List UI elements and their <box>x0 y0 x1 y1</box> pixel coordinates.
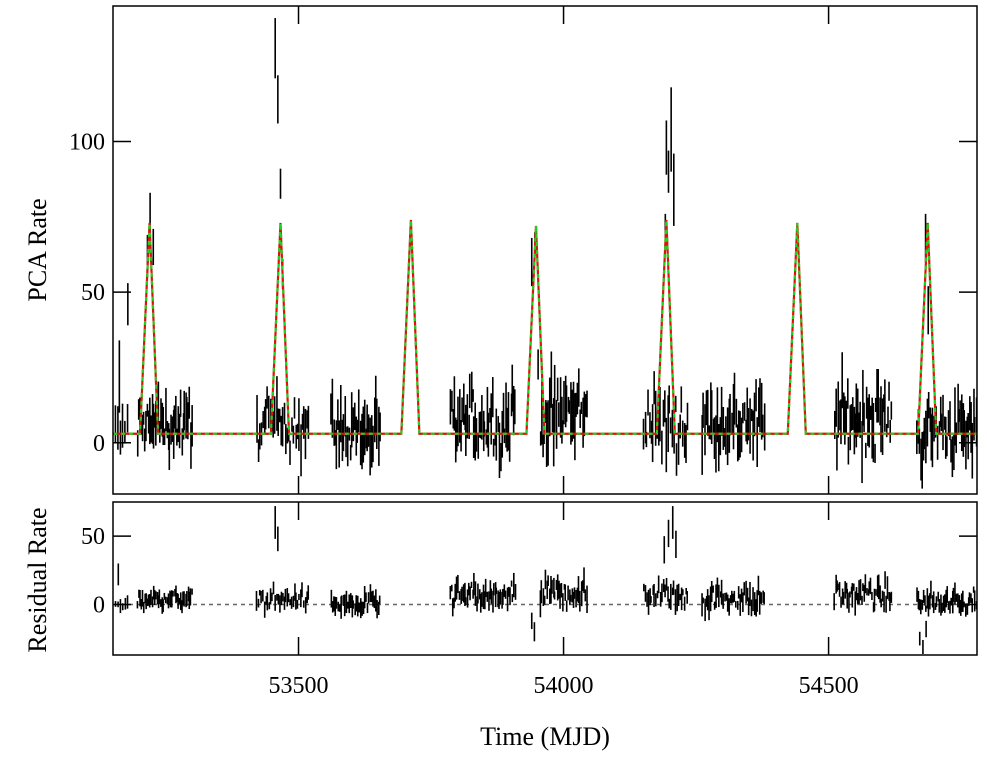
bottom-data-points <box>114 506 978 654</box>
top-panel: 0 50 100 PCA Rate <box>23 5 978 495</box>
y-tick-label: 0 <box>93 592 105 618</box>
bottom-panel: 0 50 53500 54000 54500 Residual Rate <box>23 501 978 699</box>
x-tick-label: 54500 <box>799 673 859 699</box>
bottom-y-axis-title: Residual Rate <box>23 507 52 652</box>
top-y-axis-title: PCA Rate <box>23 198 52 301</box>
y-tick-label: 0 <box>93 431 105 457</box>
x-tick-label: 53500 <box>269 673 329 699</box>
x-axis-title: Time (MJD) <box>480 722 610 751</box>
light-curve-figure: 0 50 100 PCA Rate 0 50 53500 54000 54500 Resid… <box>23 5 978 751</box>
x-tick-label: 54000 <box>534 673 594 699</box>
top-data-points <box>114 18 978 489</box>
y-tick-label: 50 <box>81 524 105 550</box>
y-tick-label: 100 <box>69 130 105 156</box>
y-tick-label: 50 <box>81 280 105 306</box>
